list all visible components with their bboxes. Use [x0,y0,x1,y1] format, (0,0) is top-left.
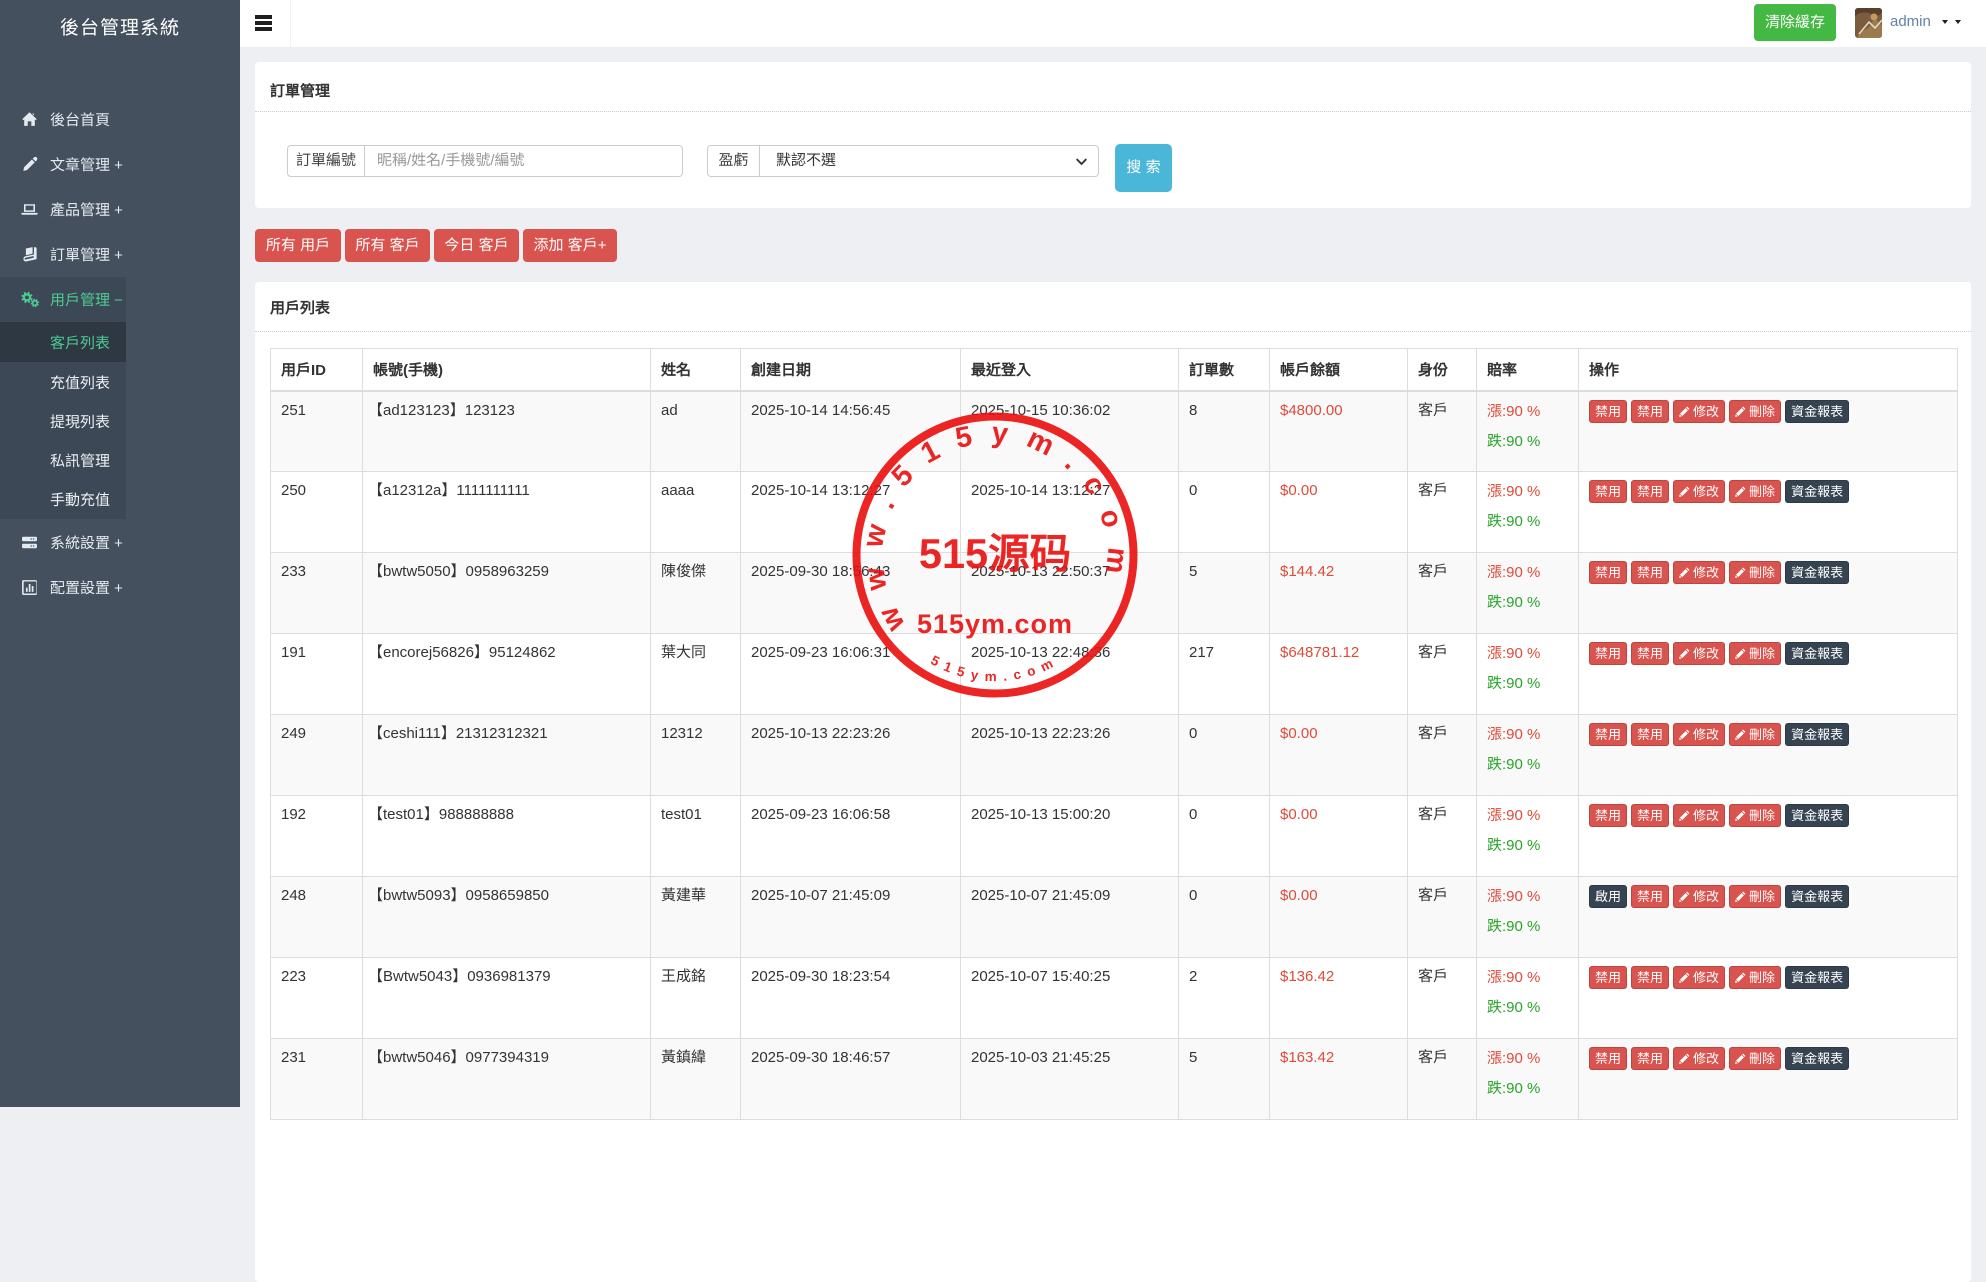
svg-text:515ym.com: 515ym.com [928,652,1061,684]
svg-text:www.515ym.com: www.515ym.com [857,417,1134,637]
svg-text:515源码: 515源码 [919,530,1071,577]
svg-text:515ym.com: 515ym.com [917,609,1073,639]
